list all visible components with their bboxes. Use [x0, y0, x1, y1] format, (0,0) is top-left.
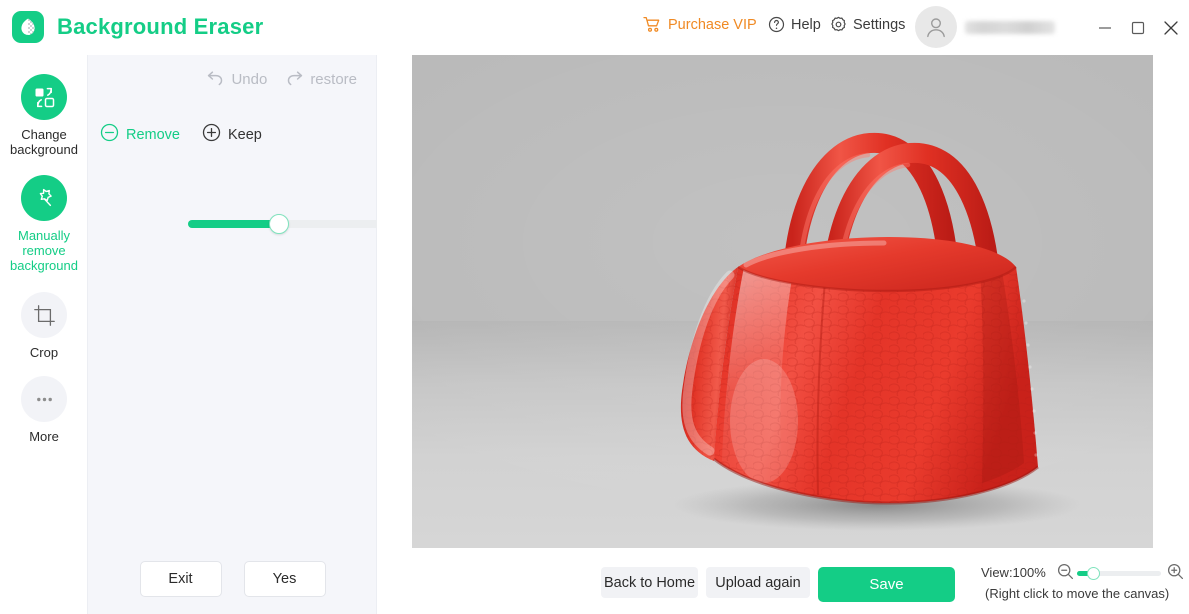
redo-arrow-icon: [285, 69, 304, 90]
app-brand: Background Eraser: [12, 11, 263, 43]
zoom-slider[interactable]: [1077, 567, 1161, 580]
canvas-stage: [377, 55, 1189, 614]
sidebar-item-crop[interactable]: Crop: [0, 292, 88, 360]
settings-button[interactable]: Settings: [830, 16, 905, 33]
save-button[interactable]: Save: [818, 567, 955, 602]
restore-button[interactable]: restore: [285, 69, 357, 90]
view-zoom-control: View:100% (Right click to move the canva…: [977, 560, 1189, 608]
canvas-move-hint: (Right click to move the canvas): [985, 586, 1170, 601]
mode-remove-label: Remove: [126, 127, 180, 143]
zoom-in-icon[interactable]: [1167, 563, 1184, 585]
brush-mode-group: Remove Keep: [100, 123, 262, 147]
plus-circle-icon: [202, 123, 221, 147]
magic-wand-icon: [21, 175, 67, 221]
crop-icon: [21, 292, 67, 338]
image-canvas[interactable]: [412, 55, 1153, 548]
sidebar-item-manually-remove-background-label: Manually remove background: [10, 228, 78, 273]
maximize-icon[interactable]: [1124, 14, 1152, 42]
sidebar-item-more-label: More: [29, 429, 59, 444]
user-avatar-icon[interactable]: [915, 6, 957, 48]
exit-button[interactable]: Exit: [139, 561, 222, 597]
minus-circle-icon: [100, 123, 119, 147]
mode-remove-button[interactable]: Remove: [100, 123, 180, 147]
sidebar-item-change-background[interactable]: Change background: [0, 74, 88, 157]
history-controls: Undo restore: [88, 69, 377, 90]
mode-keep-button[interactable]: Keep: [202, 123, 262, 147]
handbag-image: [672, 132, 1082, 531]
brush-size-slider-thumb[interactable]: [269, 214, 290, 234]
shopping-cart-icon: [643, 16, 662, 33]
panel-action-buttons: Exit Yes: [88, 561, 377, 597]
minimize-icon[interactable]: [1091, 14, 1119, 42]
purchase-vip-button[interactable]: Purchase VIP: [643, 16, 757, 33]
zoom-slider-thumb[interactable]: [1087, 567, 1101, 580]
username-label: [965, 20, 1055, 34]
ellipsis-icon: [21, 376, 67, 422]
swap-background-icon: [21, 74, 67, 120]
sidebar-item-change-background-label: Change background: [10, 127, 78, 157]
yes-button[interactable]: Yes: [243, 561, 326, 597]
bottom-bar: Back to Home Upload again Save View:100%: [377, 548, 1189, 614]
sidebar: Change background Manually remove backgr…: [0, 55, 88, 614]
help-button[interactable]: Help: [768, 16, 821, 33]
view-percent-label: View:100%: [981, 565, 1046, 580]
zoom-out-icon[interactable]: [1057, 563, 1074, 585]
handbag-body: [713, 267, 1039, 505]
app-title: Background Eraser: [57, 14, 264, 39]
sidebar-item-manually-remove-background[interactable]: Manually remove background: [0, 175, 88, 273]
undo-button[interactable]: Undo: [206, 69, 267, 90]
help-label: Help: [791, 16, 821, 33]
gear-icon: [830, 16, 847, 33]
app-window: Background Eraser Purchase VIP Help Sett…: [0, 0, 1189, 614]
undo-label: Undo: [231, 71, 268, 88]
sidebar-item-more[interactable]: More: [0, 376, 88, 444]
account-block[interactable]: [915, 6, 1055, 48]
sidebar-item-crop-label: Crop: [29, 345, 59, 360]
upload-again-button[interactable]: Upload again: [706, 567, 810, 598]
leaf-transparency-icon: [12, 11, 44, 43]
close-icon[interactable]: [1157, 14, 1185, 42]
restore-label: restore: [310, 71, 357, 88]
question-circle-icon: [768, 16, 785, 33]
mode-keep-label: Keep: [228, 127, 262, 143]
undo-arrow-icon: [206, 69, 225, 90]
brush-size-slider-fill: [188, 220, 280, 228]
settings-label: Settings: [853, 16, 906, 33]
purchase-vip-label: Purchase VIP: [668, 16, 757, 33]
tool-panel: Undo restore Remove Keep Exit Yes: [88, 55, 436, 614]
back-to-home-button[interactable]: Back to Home: [601, 567, 698, 598]
title-bar: Background Eraser Purchase VIP Help Sett…: [0, 0, 1189, 55]
